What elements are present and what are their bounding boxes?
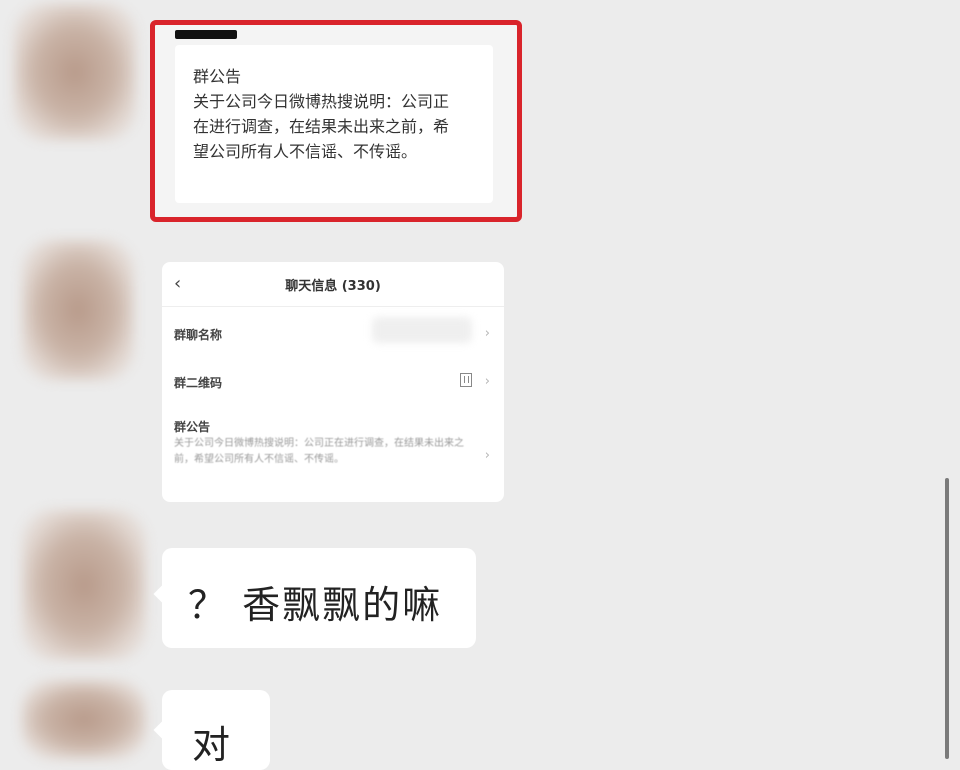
redaction-bar [175, 29, 237, 39]
bubble-tail [153, 585, 171, 603]
message-text: ？ 香飘飘的嘛 [188, 583, 443, 627]
chat-screen: { "announcement": { "title": "群公告", "bod… [0, 0, 960, 770]
sender-name-redacted [175, 27, 237, 41]
group-name-label: 群聊名称 [174, 328, 223, 342]
chevron-right-icon: › [484, 448, 490, 463]
group-name-value-blurred [372, 317, 472, 343]
bubble-tail [153, 721, 171, 739]
chevron-right-icon: › [484, 374, 490, 389]
message-bubble[interactable]: 对 [153, 690, 270, 770]
chat-info-header: ‹ 聊天信息 (330) [162, 262, 504, 307]
sender-avatar[interactable] [22, 510, 146, 660]
announcement-title: 群公告 [193, 67, 242, 86]
chevron-right-icon: › [484, 326, 490, 341]
chat-info-screenshot[interactable]: ‹ 聊天信息 (330) 群聊名称 › 群二维码 › 群公告 关于公司今日微博热… [162, 262, 504, 502]
announcement-highlight-frame: 群公告 关于公司今日微博热搜说明：公司正在进行调查，在结果未出来之前，希望公司所… [150, 20, 522, 222]
qr-code-label: 群二维码 [174, 376, 223, 390]
sender-avatar[interactable] [22, 240, 134, 380]
group-notice-label: 群公告 [174, 420, 211, 434]
sender-avatar[interactable] [22, 680, 146, 759]
scrollbar[interactable] [945, 478, 949, 759]
chat-info-title: 聊天信息 (330) [285, 279, 381, 294]
announcement-body: 关于公司今日微博热搜说明：公司正在进行调查，在结果未出来之前，希望公司所有人不信… [193, 92, 450, 161]
announcement-card[interactable]: 群公告 关于公司今日微博热搜说明：公司正在进行调查，在结果未出来之前，希望公司所… [175, 45, 493, 203]
message-bubble[interactable]: ？ 香飘飘的嘛 [153, 548, 476, 648]
sender-avatar[interactable] [14, 4, 136, 140]
qr-code-icon [460, 373, 472, 387]
message-text: 对 [192, 723, 231, 767]
group-notice-preview: 关于公司今日微博热搜说明：公司正在进行调查，在结果未出来之前，希望公司所有人不信… [174, 438, 464, 465]
